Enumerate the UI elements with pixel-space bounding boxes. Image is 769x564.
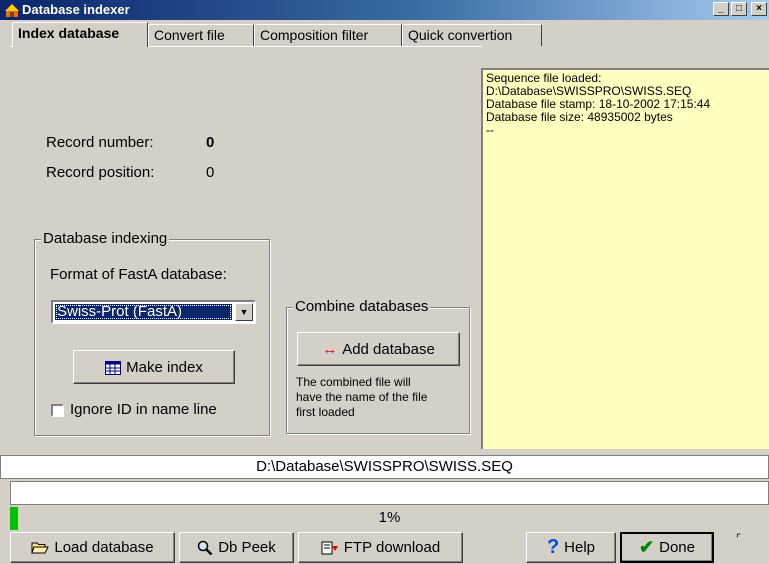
download-icon [321,539,339,556]
minimize-button[interactable]: _ [713,2,729,16]
make-index-button[interactable]: Make index [73,350,235,384]
magnifier-icon [197,539,213,556]
add-database-button[interactable]: ↔ Add database [297,332,460,366]
ignore-id-checkbox[interactable] [51,404,64,417]
progress-fill [10,507,18,530]
combine-note-line3: first loaded [296,405,355,419]
db-peek-button[interactable]: Db Peek [179,532,294,563]
progress-text: 1% [378,509,401,526]
file-path-bar: D:\Database\SWISSPRO\SWISS.SEQ [0,455,769,479]
help-icon: ? [546,536,560,558]
tab-convert-file-label: Convert file [154,27,225,43]
log-line: -- [486,123,494,137]
format-label: Format of FastA database: [50,266,227,283]
checkmark-icon: ✔ [639,537,655,557]
db-peek-label: Db Peek [218,539,276,556]
bottom-toolbar: Load database Db Peek FTP download ? Hel… [0,532,769,564]
record-position-value: 0 [206,164,215,181]
tab-quick-convertion-label: Quick convertion [408,27,513,43]
load-database-label: Load database [54,539,154,556]
window-title: Database indexer [22,2,130,17]
maximize-button[interactable]: □ [731,2,747,16]
make-index-label: Make index [126,358,203,376]
ftp-download-button[interactable]: FTP download [298,532,463,563]
database-app-icon [4,2,20,18]
progress-bar: 1% [10,507,769,530]
load-database-button[interactable]: Load database [10,532,175,563]
log-panel[interactable]: Sequence file loaded: D:\Database\SWISSP… [481,68,769,449]
log-line: Database file size: 48935002 bytes [486,110,673,124]
combine-note-line2: have the name of the file [296,390,428,404]
done-label: Done [659,539,695,556]
table-icon [105,359,122,376]
record-position-label: Record position: [46,164,155,181]
ignore-id-label: Ignore ID in name line [70,401,217,418]
combine-databases-title: Combine databases [293,298,431,315]
double-arrow-icon: ↔ [322,340,338,358]
done-button[interactable]: ✔ Done [620,532,714,563]
tab-index-database-label: Index database [18,25,120,41]
format-selected-value: Swiss-Prot (FastA) [55,304,232,320]
message-bar [10,481,769,505]
title-bar: Database indexer _ □ × [0,0,769,20]
help-button[interactable]: ? Help [526,532,616,563]
file-path-text: D:\Database\SWISSPRO\SWISS.SEQ [256,458,513,475]
dropdown-arrow-icon[interactable]: ▼ [235,303,253,321]
tab-index-database[interactable]: Index database [12,22,148,47]
close-button[interactable]: × [751,2,767,16]
record-number-value: 0 [206,134,215,151]
folder-open-icon [31,539,50,556]
tab-quick-convertion[interactable]: Quick convertion [402,24,542,46]
resize-grip-icon[interactable]: ⌜ [736,532,741,545]
tab-composition-filter[interactable]: Composition filter [254,24,402,46]
database-indexing-title: Database indexing [41,230,170,247]
combine-note-line1: The combined file will [296,375,411,389]
add-database-label: Add database [342,340,435,358]
tab-convert-file[interactable]: Convert file [148,24,254,46]
ftp-download-label: FTP download [343,539,441,556]
tab-composition-filter-label: Composition filter [260,27,369,43]
format-select[interactable]: Swiss-Prot (FastA) ▼ [51,300,256,324]
help-label: Help [564,539,596,556]
record-number-label: Record number: [46,134,154,151]
